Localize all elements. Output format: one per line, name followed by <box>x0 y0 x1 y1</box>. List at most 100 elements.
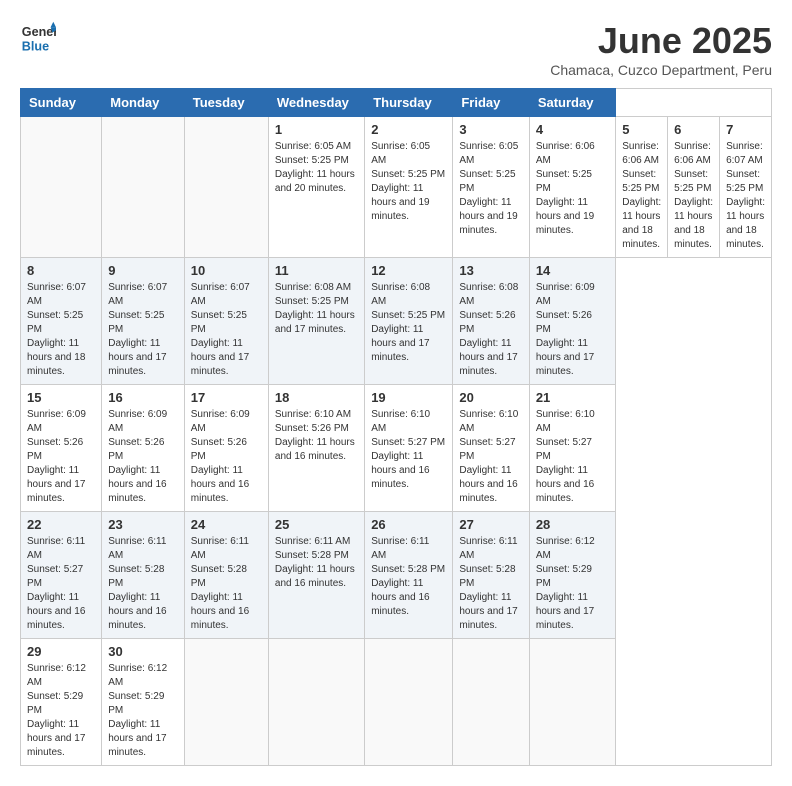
day-info: Sunrise: 6:09 AM Sunset: 5:26 PM Dayligh… <box>108 408 178 506</box>
calendar-day-22: 22 Sunrise: 6:11 AM Sunset: 5:27 PM Dayl… <box>21 512 102 639</box>
day-info: Sunrise: 6:11 AM Sunset: 5:28 PM Dayligh… <box>459 535 522 633</box>
day-info: Sunrise: 6:06 AM Sunset: 5:25 PM Dayligh… <box>622 140 661 252</box>
weekday-header-tuesday: Tuesday <box>184 89 268 117</box>
calendar-empty-cell <box>184 639 268 766</box>
calendar-day-13: 13 Sunrise: 6:08 AM Sunset: 5:26 PM Dayl… <box>453 258 529 385</box>
day-info: Sunrise: 6:08 AM Sunset: 5:26 PM Dayligh… <box>459 281 522 379</box>
calendar-week-1: 1 Sunrise: 6:05 AM Sunset: 5:25 PM Dayli… <box>21 117 772 258</box>
calendar-day-1: 1 Sunrise: 6:05 AM Sunset: 5:25 PM Dayli… <box>268 117 364 258</box>
day-number: 12 <box>371 263 446 278</box>
day-number: 8 <box>27 263 95 278</box>
day-info: Sunrise: 6:06 AM Sunset: 5:25 PM Dayligh… <box>674 140 713 252</box>
calendar-week-2: 8 Sunrise: 6:07 AM Sunset: 5:25 PM Dayli… <box>21 258 772 385</box>
day-number: 19 <box>371 390 446 405</box>
day-number: 3 <box>459 122 522 137</box>
calendar-day-28: 28 Sunrise: 6:12 AM Sunset: 5:29 PM Dayl… <box>529 512 615 639</box>
calendar-day-17: 17 Sunrise: 6:09 AM Sunset: 5:26 PM Dayl… <box>184 385 268 512</box>
calendar-day-21: 21 Sunrise: 6:10 AM Sunset: 5:27 PM Dayl… <box>529 385 615 512</box>
weekday-header-wednesday: Wednesday <box>268 89 364 117</box>
calendar-day-10: 10 Sunrise: 6:07 AM Sunset: 5:25 PM Dayl… <box>184 258 268 385</box>
day-info: Sunrise: 6:12 AM Sunset: 5:29 PM Dayligh… <box>536 535 609 633</box>
calendar-day-7: 7 Sunrise: 6:07 AM Sunset: 5:25 PM Dayli… <box>720 117 772 258</box>
calendar-day-5: 5 Sunrise: 6:06 AM Sunset: 5:25 PM Dayli… <box>616 117 668 258</box>
day-info: Sunrise: 6:09 AM Sunset: 5:26 PM Dayligh… <box>191 408 262 506</box>
calendar-day-14: 14 Sunrise: 6:09 AM Sunset: 5:26 PM Dayl… <box>529 258 615 385</box>
calendar-empty-cell <box>529 639 615 766</box>
day-info: Sunrise: 6:08 AM Sunset: 5:25 PM Dayligh… <box>275 281 358 337</box>
day-info: Sunrise: 6:10 AM Sunset: 5:27 PM Dayligh… <box>371 408 446 492</box>
day-info: Sunrise: 6:12 AM Sunset: 5:29 PM Dayligh… <box>27 662 95 760</box>
calendar-week-4: 22 Sunrise: 6:11 AM Sunset: 5:27 PM Dayl… <box>21 512 772 639</box>
day-info: Sunrise: 6:11 AM Sunset: 5:27 PM Dayligh… <box>27 535 95 633</box>
calendar-day-30: 30 Sunrise: 6:12 AM Sunset: 5:29 PM Dayl… <box>102 639 185 766</box>
svg-text:Blue: Blue <box>22 40 49 54</box>
day-info: Sunrise: 6:07 AM Sunset: 5:25 PM Dayligh… <box>108 281 178 379</box>
day-info: Sunrise: 6:08 AM Sunset: 5:25 PM Dayligh… <box>371 281 446 365</box>
calendar-empty-cell <box>184 117 268 258</box>
day-number: 9 <box>108 263 178 278</box>
calendar-day-15: 15 Sunrise: 6:09 AM Sunset: 5:26 PM Dayl… <box>21 385 102 512</box>
calendar-table: SundayMondayTuesdayWednesdayThursdayFrid… <box>20 88 772 766</box>
day-info: Sunrise: 6:05 AM Sunset: 5:25 PM Dayligh… <box>275 140 358 196</box>
calendar-day-16: 16 Sunrise: 6:09 AM Sunset: 5:26 PM Dayl… <box>102 385 185 512</box>
calendar-day-20: 20 Sunrise: 6:10 AM Sunset: 5:27 PM Dayl… <box>453 385 529 512</box>
weekday-header-row: SundayMondayTuesdayWednesdayThursdayFrid… <box>21 89 772 117</box>
day-info: Sunrise: 6:10 AM Sunset: 5:27 PM Dayligh… <box>536 408 609 506</box>
day-number: 11 <box>275 263 358 278</box>
day-info: Sunrise: 6:11 AM Sunset: 5:28 PM Dayligh… <box>108 535 178 633</box>
day-info: Sunrise: 6:11 AM Sunset: 5:28 PM Dayligh… <box>275 535 358 591</box>
day-info: Sunrise: 6:10 AM Sunset: 5:26 PM Dayligh… <box>275 408 358 464</box>
month-title: June 2025 <box>550 20 772 62</box>
day-info: Sunrise: 6:09 AM Sunset: 5:26 PM Dayligh… <box>27 408 95 506</box>
logo-icon: General Blue <box>20 20 56 56</box>
calendar-day-11: 11 Sunrise: 6:08 AM Sunset: 5:25 PM Dayl… <box>268 258 364 385</box>
logo: General Blue <box>20 20 56 56</box>
day-info: Sunrise: 6:07 AM Sunset: 5:25 PM Dayligh… <box>191 281 262 379</box>
day-number: 13 <box>459 263 522 278</box>
day-number: 10 <box>191 263 262 278</box>
page-header: General Blue June 2025 Chamaca, Cuzco De… <box>20 20 772 78</box>
day-info: Sunrise: 6:10 AM Sunset: 5:27 PM Dayligh… <box>459 408 522 506</box>
weekday-header-sunday: Sunday <box>21 89 102 117</box>
day-number: 27 <box>459 517 522 532</box>
day-number: 4 <box>536 122 609 137</box>
calendar-day-24: 24 Sunrise: 6:11 AM Sunset: 5:28 PM Dayl… <box>184 512 268 639</box>
day-number: 18 <box>275 390 358 405</box>
calendar-day-29: 29 Sunrise: 6:12 AM Sunset: 5:29 PM Dayl… <box>21 639 102 766</box>
day-number: 14 <box>536 263 609 278</box>
day-info: Sunrise: 6:07 AM Sunset: 5:25 PM Dayligh… <box>726 140 765 252</box>
day-info: Sunrise: 6:11 AM Sunset: 5:28 PM Dayligh… <box>371 535 446 619</box>
day-number: 16 <box>108 390 178 405</box>
day-number: 1 <box>275 122 358 137</box>
day-number: 7 <box>726 122 765 137</box>
calendar-day-4: 4 Sunrise: 6:06 AM Sunset: 5:25 PM Dayli… <box>529 117 615 258</box>
calendar-empty-cell <box>102 117 185 258</box>
calendar-day-12: 12 Sunrise: 6:08 AM Sunset: 5:25 PM Dayl… <box>365 258 453 385</box>
day-info: Sunrise: 6:07 AM Sunset: 5:25 PM Dayligh… <box>27 281 95 379</box>
day-info: Sunrise: 6:05 AM Sunset: 5:25 PM Dayligh… <box>371 140 446 224</box>
calendar-day-2: 2 Sunrise: 6:05 AM Sunset: 5:25 PM Dayli… <box>365 117 453 258</box>
day-number: 28 <box>536 517 609 532</box>
day-info: Sunrise: 6:09 AM Sunset: 5:26 PM Dayligh… <box>536 281 609 379</box>
calendar-day-27: 27 Sunrise: 6:11 AM Sunset: 5:28 PM Dayl… <box>453 512 529 639</box>
day-number: 15 <box>27 390 95 405</box>
day-info: Sunrise: 6:11 AM Sunset: 5:28 PM Dayligh… <box>191 535 262 633</box>
weekday-header-friday: Friday <box>453 89 529 117</box>
calendar-day-8: 8 Sunrise: 6:07 AM Sunset: 5:25 PM Dayli… <box>21 258 102 385</box>
calendar-empty-cell <box>365 639 453 766</box>
day-number: 23 <box>108 517 178 532</box>
calendar-day-23: 23 Sunrise: 6:11 AM Sunset: 5:28 PM Dayl… <box>102 512 185 639</box>
day-info: Sunrise: 6:12 AM Sunset: 5:29 PM Dayligh… <box>108 662 178 760</box>
calendar-day-9: 9 Sunrise: 6:07 AM Sunset: 5:25 PM Dayli… <box>102 258 185 385</box>
calendar-empty-cell <box>453 639 529 766</box>
location-title: Chamaca, Cuzco Department, Peru <box>550 62 772 78</box>
day-info: Sunrise: 6:05 AM Sunset: 5:25 PM Dayligh… <box>459 140 522 238</box>
day-number: 2 <box>371 122 446 137</box>
calendar-day-6: 6 Sunrise: 6:06 AM Sunset: 5:25 PM Dayli… <box>668 117 720 258</box>
day-number: 21 <box>536 390 609 405</box>
calendar-week-3: 15 Sunrise: 6:09 AM Sunset: 5:26 PM Dayl… <box>21 385 772 512</box>
calendar-day-3: 3 Sunrise: 6:05 AM Sunset: 5:25 PM Dayli… <box>453 117 529 258</box>
day-number: 30 <box>108 644 178 659</box>
calendar-day-18: 18 Sunrise: 6:10 AM Sunset: 5:26 PM Dayl… <box>268 385 364 512</box>
day-number: 24 <box>191 517 262 532</box>
